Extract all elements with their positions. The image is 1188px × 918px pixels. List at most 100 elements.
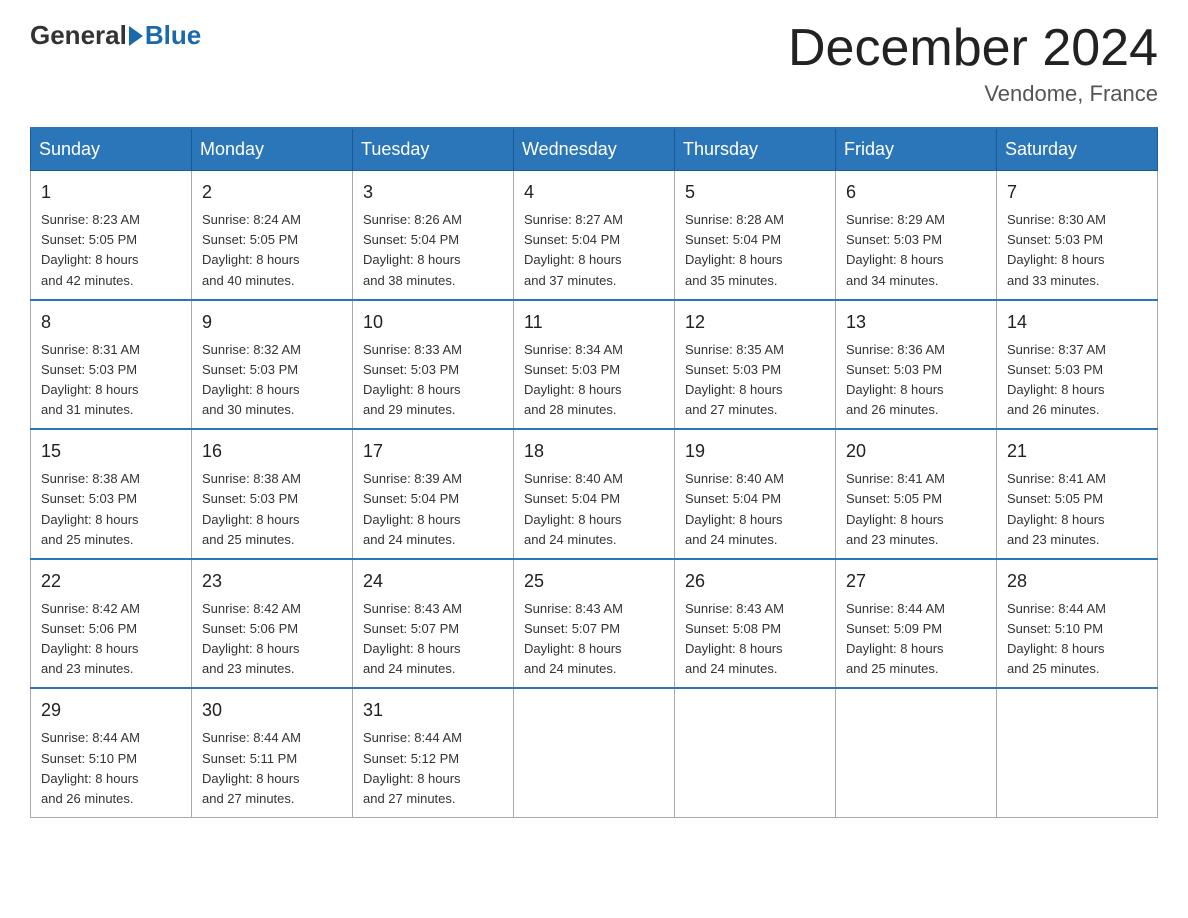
table-row: 8Sunrise: 8:31 AMSunset: 5:03 PMDaylight… bbox=[31, 300, 192, 430]
day-number: 3 bbox=[363, 179, 503, 206]
table-row: 16 Sunrise: 8:38 AMSunset: 5:03 PMDayligh… bbox=[192, 429, 353, 559]
day-number: 25 bbox=[524, 568, 664, 595]
table-row: 22Sunrise: 8:42 AMSunset: 5:06 PMDayligh… bbox=[31, 559, 192, 689]
table-row bbox=[675, 688, 836, 817]
table-row: 1 Sunrise: 8:23 AMSunset: 5:05 PMDaylight… bbox=[31, 171, 192, 300]
day-number: 7 bbox=[1007, 179, 1147, 206]
day-info: Sunrise: 8:24 AMSunset: 5:05 PMDaylight:… bbox=[202, 210, 342, 291]
day-info: Sunrise: 8:38 AMSunset: 5:03 PMDaylight:… bbox=[41, 469, 181, 550]
day-info: Sunrise: 8:28 AMSunset: 5:04 PMDaylight:… bbox=[685, 210, 825, 291]
calendar-week-row: 15 Sunrise: 8:38 AMSunset: 5:03 PMDayligh… bbox=[31, 429, 1158, 559]
day-info: Sunrise: 8:41 AMSunset: 5:05 PMDaylight:… bbox=[1007, 469, 1147, 550]
day-info: Sunrise: 8:35 AMSunset: 5:03 PMDaylight:… bbox=[685, 340, 825, 421]
day-info: Sunrise: 8:23 AMSunset: 5:05 PMDaylight:… bbox=[41, 210, 181, 291]
day-info: Sunrise: 8:37 AMSunset: 5:03 PMDaylight:… bbox=[1007, 340, 1147, 421]
day-number: 27 bbox=[846, 568, 986, 595]
day-number: 18 bbox=[524, 438, 664, 465]
table-row: 6 Sunrise: 8:29 AMSunset: 5:03 PMDaylight… bbox=[836, 171, 997, 300]
table-row: 25 Sunrise: 8:43 AMSunset: 5:07 PMDayligh… bbox=[514, 559, 675, 689]
logo: General Blue bbox=[30, 20, 201, 51]
location-label: Vendome, France bbox=[788, 81, 1158, 107]
table-row: 26 Sunrise: 8:43 AMSunset: 5:08 PMDayligh… bbox=[675, 559, 836, 689]
table-row: 24Sunrise: 8:43 AMSunset: 5:07 PMDayligh… bbox=[353, 559, 514, 689]
table-row: 30Sunrise: 8:44 AMSunset: 5:11 PMDayligh… bbox=[192, 688, 353, 817]
day-info: Sunrise: 8:30 AMSunset: 5:03 PMDaylight:… bbox=[1007, 210, 1147, 291]
day-info: Sunrise: 8:26 AMSunset: 5:04 PMDaylight:… bbox=[363, 210, 503, 291]
day-info: Sunrise: 8:44 AMSunset: 5:11 PMDaylight:… bbox=[202, 728, 342, 809]
table-row bbox=[836, 688, 997, 817]
day-info: Sunrise: 8:34 AMSunset: 5:03 PMDaylight:… bbox=[524, 340, 664, 421]
table-row: 12Sunrise: 8:35 AMSunset: 5:03 PMDayligh… bbox=[675, 300, 836, 430]
day-number: 26 bbox=[685, 568, 825, 595]
day-number: 13 bbox=[846, 309, 986, 336]
day-info: Sunrise: 8:44 AMSunset: 5:10 PMDaylight:… bbox=[1007, 599, 1147, 680]
day-info: Sunrise: 8:38 AMSunset: 5:03 PMDaylight:… bbox=[202, 469, 342, 550]
day-info: Sunrise: 8:31 AMSunset: 5:03 PMDaylight:… bbox=[41, 340, 181, 421]
day-info: Sunrise: 8:44 AMSunset: 5:09 PMDaylight:… bbox=[846, 599, 986, 680]
day-info: Sunrise: 8:43 AMSunset: 5:07 PMDaylight:… bbox=[524, 599, 664, 680]
day-number: 14 bbox=[1007, 309, 1147, 336]
day-number: 29 bbox=[41, 697, 181, 724]
day-number: 1 bbox=[41, 179, 181, 206]
table-row: 17 Sunrise: 8:39 AMSunset: 5:04 PMDayligh… bbox=[353, 429, 514, 559]
table-row: 23Sunrise: 8:42 AMSunset: 5:06 PMDayligh… bbox=[192, 559, 353, 689]
calendar-table: Sunday Monday Tuesday Wednesday Thursday… bbox=[30, 127, 1158, 818]
calendar-week-row: 8Sunrise: 8:31 AMSunset: 5:03 PMDaylight… bbox=[31, 300, 1158, 430]
day-number: 31 bbox=[363, 697, 503, 724]
day-number: 28 bbox=[1007, 568, 1147, 595]
day-number: 19 bbox=[685, 438, 825, 465]
table-row bbox=[997, 688, 1158, 817]
calendar-week-row: 22 Sunrise: 8:42 AMSunset: 5:06 PMDayligh… bbox=[31, 559, 1158, 689]
table-row: 10Sunrise: 8:33 AMSunset: 5:03 PMDayligh… bbox=[353, 300, 514, 430]
table-row: 2Sunrise: 8:24 AMSunset: 5:05 PMDaylight… bbox=[192, 171, 353, 300]
table-row: 31 Sunrise: 8:44 AMSunset: 5:12 PMDayligh… bbox=[353, 688, 514, 817]
calendar-week-row: 1 Sunrise: 8:23 AMSunset: 5:05 PMDaylight… bbox=[31, 171, 1158, 300]
day-number: 22 bbox=[41, 568, 181, 595]
day-info: Sunrise: 8:44 AMSunset: 5:10 PMDaylight:… bbox=[41, 728, 181, 809]
table-row: 29 Sunrise: 8:44 AMSunset: 5:10 PMDayligh… bbox=[31, 688, 192, 817]
day-info: Sunrise: 8:33 AMSunset: 5:03 PMDaylight:… bbox=[363, 340, 503, 421]
day-info: Sunrise: 8:32 AMSunset: 5:03 PMDaylight:… bbox=[202, 340, 342, 421]
title-section: December 2024 Vendome, France bbox=[788, 20, 1158, 107]
day-number: 4 bbox=[524, 179, 664, 206]
day-number: 5 bbox=[685, 179, 825, 206]
day-info: Sunrise: 8:40 AMSunset: 5:04 PMDaylight:… bbox=[685, 469, 825, 550]
col-thursday: Thursday bbox=[675, 128, 836, 171]
day-number: 15 bbox=[41, 438, 181, 465]
logo-blue-text: Blue bbox=[145, 20, 201, 51]
day-number: 21 bbox=[1007, 438, 1147, 465]
day-number: 6 bbox=[846, 179, 986, 206]
table-row: 5 Sunrise: 8:28 AMSunset: 5:04 PMDaylight… bbox=[675, 171, 836, 300]
day-info: Sunrise: 8:44 AMSunset: 5:12 PMDaylight:… bbox=[363, 728, 503, 809]
table-row: 14 Sunrise: 8:37 AMSunset: 5:03 PMDayligh… bbox=[997, 300, 1158, 430]
day-info: Sunrise: 8:43 AMSunset: 5:08 PMDaylight:… bbox=[685, 599, 825, 680]
day-info: Sunrise: 8:29 AMSunset: 5:03 PMDaylight:… bbox=[846, 210, 986, 291]
day-number: 16 bbox=[202, 438, 342, 465]
day-number: 17 bbox=[363, 438, 503, 465]
table-row: 27 Sunrise: 8:44 AMSunset: 5:09 PMDayligh… bbox=[836, 559, 997, 689]
calendar-header-row: Sunday Monday Tuesday Wednesday Thursday… bbox=[31, 128, 1158, 171]
month-title: December 2024 bbox=[788, 20, 1158, 77]
table-row: 3 Sunrise: 8:26 AMSunset: 5:04 PMDaylight… bbox=[353, 171, 514, 300]
table-row: 28 Sunrise: 8:44 AMSunset: 5:10 PMDayligh… bbox=[997, 559, 1158, 689]
table-row: 18Sunrise: 8:40 AMSunset: 5:04 PMDayligh… bbox=[514, 429, 675, 559]
table-row: 9 Sunrise: 8:32 AMSunset: 5:03 PMDaylight… bbox=[192, 300, 353, 430]
day-number: 20 bbox=[846, 438, 986, 465]
day-info: Sunrise: 8:41 AMSunset: 5:05 PMDaylight:… bbox=[846, 469, 986, 550]
table-row: 21 Sunrise: 8:41 AMSunset: 5:05 PMDayligh… bbox=[997, 429, 1158, 559]
day-info: Sunrise: 8:42 AMSunset: 5:06 PMDaylight:… bbox=[202, 599, 342, 680]
table-row: 15 Sunrise: 8:38 AMSunset: 5:03 PMDayligh… bbox=[31, 429, 192, 559]
page-header: General Blue December 2024 Vendome, Fran… bbox=[30, 20, 1158, 107]
table-row bbox=[514, 688, 675, 817]
col-friday: Friday bbox=[836, 128, 997, 171]
day-number: 11 bbox=[524, 309, 664, 336]
logo-arrow-icon bbox=[129, 26, 143, 46]
table-row: 7 Sunrise: 8:30 AMSunset: 5:03 PMDaylight… bbox=[997, 171, 1158, 300]
day-info: Sunrise: 8:43 AMSunset: 5:07 PMDaylight:… bbox=[363, 599, 503, 680]
day-info: Sunrise: 8:39 AMSunset: 5:04 PMDaylight:… bbox=[363, 469, 503, 550]
calendar-week-row: 29 Sunrise: 8:44 AMSunset: 5:10 PMDayligh… bbox=[31, 688, 1158, 817]
col-monday: Monday bbox=[192, 128, 353, 171]
day-number: 9 bbox=[202, 309, 342, 336]
col-saturday: Saturday bbox=[997, 128, 1158, 171]
col-wednesday: Wednesday bbox=[514, 128, 675, 171]
